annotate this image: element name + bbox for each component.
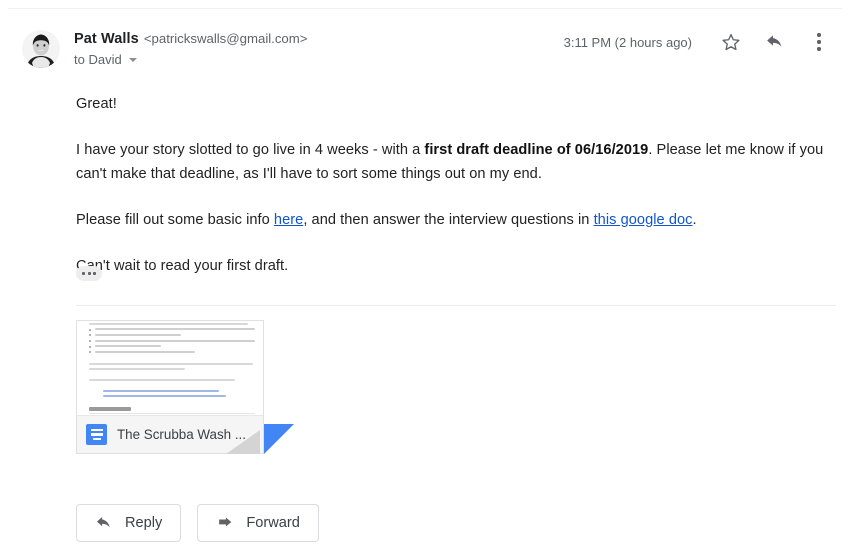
timestamp: 3:11 PM (2 hours ago)	[563, 34, 692, 50]
links-text-part2: , and then answer the interview question…	[303, 212, 594, 228]
top-divider	[8, 8, 842, 9]
header-actions: 3:11 PM (2 hours ago)	[564, 29, 832, 55]
deadline-text-part1: I have your story slotted to go live in …	[76, 142, 425, 158]
attachment-corner-fold-icon	[264, 424, 294, 454]
star-icon[interactable]	[718, 29, 744, 55]
email-message-view: Pat Walls <patrickswalls@gmail.com> to Da…	[0, 0, 850, 556]
reply-icon[interactable]	[762, 29, 788, 55]
body-paragraph-deadline: I have your story slotted to go live in …	[76, 138, 836, 186]
ellipsis-dot	[87, 272, 91, 275]
message-body: Great! I have your story slotted to go l…	[76, 92, 836, 278]
reply-arrow-icon	[95, 514, 113, 532]
link-google-doc[interactable]: this google doc	[594, 212, 693, 228]
sender-name[interactable]: Pat Walls	[74, 31, 139, 47]
recipient-label: to David	[74, 52, 122, 67]
thumbnail-content	[89, 323, 255, 417]
sender-email[interactable]: <patrickswalls@gmail.com>	[144, 31, 308, 46]
forward-button-label: Forward	[246, 515, 300, 531]
ellipsis-dot	[82, 272, 85, 275]
reply-button[interactable]: Reply	[76, 504, 182, 542]
thumb-heading-interview	[89, 406, 131, 411]
attachment-thumbnail	[77, 321, 263, 417]
links-text-part1: Please fill out some basic info	[76, 212, 274, 228]
chevron-down-icon	[128, 58, 137, 62]
thumb-bullet	[89, 345, 255, 348]
body-paragraph-greeting: Great!	[76, 96, 117, 112]
message-actions: Reply Forward	[76, 504, 319, 542]
thumb-bullet	[89, 350, 255, 354]
body-paragraph-closing: Can't wait to read your first draft.	[76, 258, 289, 274]
reply-button-label: Reply	[125, 515, 163, 531]
link-here[interactable]: here	[274, 212, 303, 228]
message-header: Pat Walls <patrickswalls@gmail.com> to Da…	[0, 22, 850, 82]
google-docs-icon	[86, 424, 107, 445]
forward-button[interactable]: Forward	[197, 504, 319, 542]
body-paragraph-links: Please fill out some basic info here, an…	[76, 208, 836, 232]
avatar	[22, 30, 60, 68]
attachment-corner-shadow	[226, 430, 260, 454]
recipient-toggle[interactable]: to David	[74, 51, 137, 69]
thumb-bullet	[89, 333, 255, 337]
thumb-line	[89, 323, 249, 325]
links-text-part3: .	[692, 212, 697, 228]
show-trimmed-content-button[interactable]	[76, 266, 102, 281]
forward-arrow-icon	[216, 514, 234, 532]
more-options-icon[interactable]	[806, 29, 832, 55]
thumb-bullet	[89, 328, 255, 331]
ellipsis-dot	[93, 272, 96, 275]
deadline-bold: first draft deadline of 06/16/2019	[424, 142, 649, 158]
attachment-divider	[76, 305, 836, 306]
attachment-area: The Scrubba Wash ...	[76, 320, 294, 454]
thumb-bullet	[89, 339, 255, 343]
sender-line: Pat Walls <patrickswalls@gmail.com>	[74, 29, 307, 49]
